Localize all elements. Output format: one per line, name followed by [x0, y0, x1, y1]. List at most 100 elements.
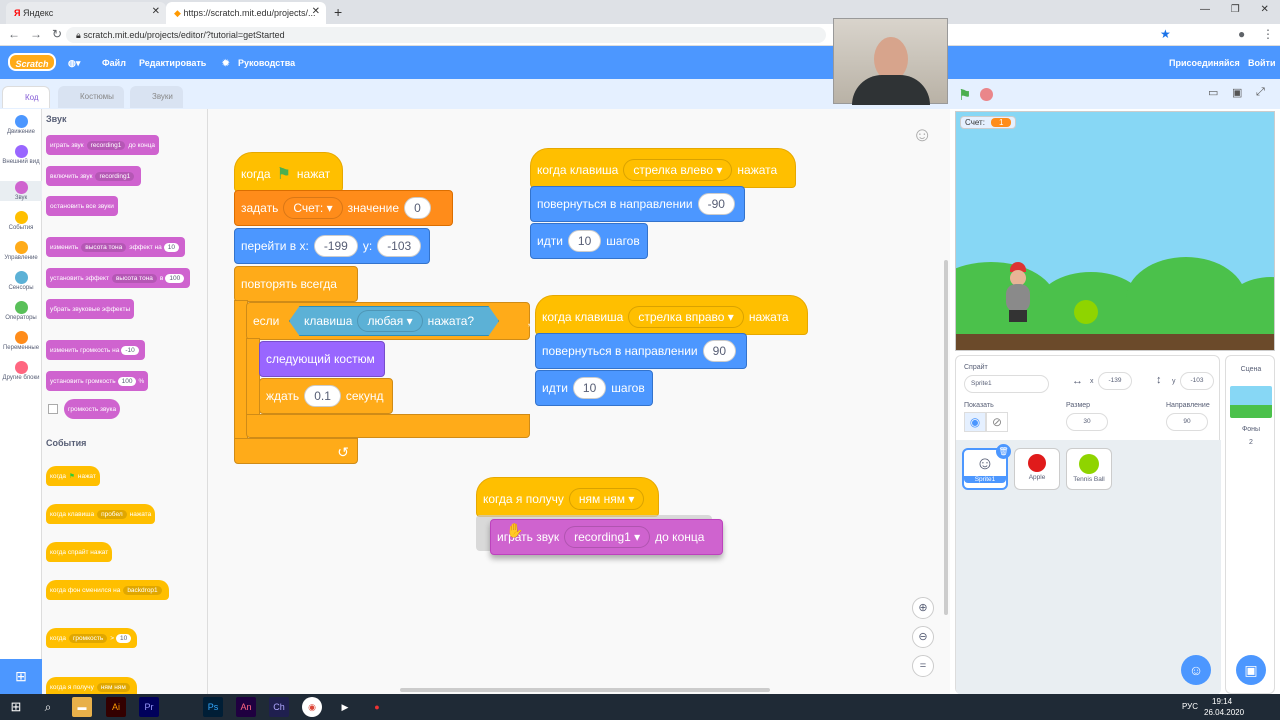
maximize-icon[interactable]: ❐	[1231, 4, 1240, 15]
block-when-flag-clicked[interactable]: когда ⚑ нажат	[234, 152, 343, 192]
block-move-steps[interactable]: идти 10 шагов	[530, 223, 648, 259]
browser-tab-scratch[interactable]: ◆ https://scratch.mit.edu/projects/... ✕	[166, 2, 326, 24]
score-monitor[interactable]: Счет: 1	[960, 116, 1017, 129]
tab-code[interactable]: Код	[2, 86, 50, 108]
palette-block-play-sound[interactable]: играть звук recording1 до конца	[46, 135, 160, 155]
green-flag-icon[interactable]: ⚑	[958, 86, 971, 104]
key-dropdown[interactable]: стрелка влево	[623, 159, 733, 181]
sprite-x-input[interactable]: -139	[1098, 372, 1132, 390]
volume-monitor-checkbox[interactable]	[48, 404, 58, 414]
signin-link[interactable]: Войти	[1248, 58, 1275, 68]
delete-sprite-icon[interactable]: 🗑︎	[996, 444, 1011, 459]
character-sprite[interactable]	[1004, 262, 1032, 332]
tab-sounds[interactable]: Звуки	[130, 86, 183, 108]
palette-block-change-volume[interactable]: изменить громкость на -10	[46, 340, 145, 360]
reload-icon[interactable]: ↻	[52, 27, 62, 41]
search-icon[interactable]: ⌕	[38, 697, 58, 717]
category-motion[interactable]: Движение	[0, 115, 42, 135]
key-dropdown[interactable]: любая	[357, 310, 423, 332]
language-globe-icon[interactable]: ◍▾	[68, 58, 80, 69]
tutorials-menu[interactable]: Руководства	[238, 58, 295, 68]
stage[interactable]: Счет: 1	[955, 111, 1275, 351]
block-when-left-key[interactable]: когда клавишастрелка влевонажата	[530, 148, 796, 188]
direction-input[interactable]: 90	[702, 340, 736, 362]
sprite-y-input[interactable]: -103	[1180, 372, 1214, 390]
illustrator-icon[interactable]: Ai	[106, 697, 126, 717]
workspace-scrollbar-v[interactable]	[944, 260, 948, 615]
block-wait[interactable]: ждать 0.1 секунд	[259, 378, 393, 414]
palette-block-when-receive[interactable]: когда я получу ням ням	[46, 677, 137, 694]
palette-block-start-sound[interactable]: включить звук recording1	[46, 166, 142, 186]
variable-dropdown[interactable]: Счет:	[283, 197, 343, 219]
palette-block-change-effect[interactable]: изменить высота тона эффект на 10	[46, 237, 186, 257]
value-input[interactable]: 0	[404, 197, 431, 219]
premiere-icon[interactable]: Pr	[139, 697, 159, 717]
palette-block-set-effect[interactable]: установить эффект высота тона в 100	[46, 268, 191, 288]
key-dropdown[interactable]: стрелка вправо	[628, 306, 744, 328]
chrome-icon[interactable]: ◉	[302, 697, 322, 717]
block-move-steps[interactable]: идти 10 шагов	[535, 370, 653, 406]
join-link[interactable]: Присоединяйся	[1169, 58, 1240, 68]
block-forever[interactable]: повторять всегда	[234, 266, 358, 302]
palette-block-clear-effects[interactable]: убрать звуковые эффекты	[46, 299, 135, 319]
large-stage-icon[interactable]: ▣	[1232, 86, 1242, 99]
key-pressed-condition[interactable]: клавишалюбаянажата?	[289, 306, 499, 336]
category-events[interactable]: События	[0, 211, 42, 231]
backdrop-thumb[interactable]	[1230, 386, 1272, 418]
bookmark-star-icon[interactable]: ★	[1160, 27, 1171, 41]
category-sensing[interactable]: Сенсоры	[0, 271, 42, 291]
forward-icon[interactable]: →	[30, 27, 42, 41]
sprite-thumb-tennis-ball[interactable]: Tennis Ball	[1066, 448, 1112, 490]
category-variables[interactable]: Переменные	[0, 331, 42, 351]
block-play-sound-dragging[interactable]: играть звукrecording1до конца	[490, 519, 723, 555]
fullscreen-icon[interactable]: ⤢	[1256, 86, 1265, 99]
block-if-then[interactable]: если клавишалюбаянажата? , то	[246, 302, 546, 340]
palette-block-set-volume[interactable]: установить громкость 100%	[46, 371, 149, 391]
wait-input[interactable]: 0.1	[304, 385, 341, 407]
zoom-in-icon[interactable]: ⊕	[912, 597, 934, 619]
palette-block-when-flag[interactable]: когда ⚑ нажат	[46, 466, 100, 486]
show-eye-icon[interactable]: ◉	[964, 412, 986, 432]
language-indicator[interactable]: РУС	[1182, 702, 1198, 711]
windows-start-icon[interactable]: ⊞	[6, 697, 26, 717]
tennis-ball-sprite[interactable]	[1074, 300, 1098, 324]
hide-eye-icon[interactable]: ⊘	[986, 412, 1008, 432]
sound-dropdown[interactable]: recording1	[564, 526, 651, 548]
clock-date[interactable]: 26.04.2020	[1204, 708, 1244, 717]
recorder-icon[interactable]: ●	[367, 697, 387, 717]
direction-input[interactable]: 90	[1166, 413, 1208, 431]
block-next-costume[interactable]: следующий костюм	[259, 341, 385, 377]
size-input[interactable]: 30	[1066, 413, 1108, 431]
block-point-direction[interactable]: повернуться в направлении 90	[535, 333, 747, 369]
palette-block-when-sprite-clicked[interactable]: когда спрайт нажат	[46, 542, 113, 562]
url-bar[interactable]: 🔒︎ scratch.mit.edu/projects/editor/?tuto…	[66, 27, 826, 43]
browser-menu-icon[interactable]: ⋮	[1262, 27, 1274, 41]
workspace-scrollbar-h[interactable]	[400, 688, 770, 692]
character-animator-icon[interactable]: Ch	[269, 697, 289, 717]
block-goto-xy[interactable]: перейти в x: -199 y: -103	[234, 228, 430, 264]
message-dropdown[interactable]: ням ням	[568, 488, 645, 510]
palette-block-when-key[interactable]: когда клавиша пробел нажата	[46, 504, 156, 524]
tab-costumes[interactable]: Костюмы	[58, 86, 124, 108]
zoom-out-icon[interactable]: ⊖	[912, 626, 934, 648]
steps-input[interactable]: 10	[567, 230, 602, 252]
steps-input[interactable]: 10	[572, 377, 607, 399]
add-backdrop-icon[interactable]: ▣	[1236, 655, 1266, 685]
direction-input[interactable]: -90	[697, 193, 735, 215]
clock-time[interactable]: 19:14	[1212, 697, 1232, 706]
photoshop-icon[interactable]: Ps	[203, 697, 223, 717]
add-sprite-icon[interactable]: ☺	[1181, 655, 1211, 685]
close-tab-icon[interactable]: ✕	[152, 6, 160, 17]
category-control[interactable]: Управление	[0, 241, 42, 261]
animate-icon[interactable]: An	[236, 697, 256, 717]
profile-icon[interactable]: ●	[1238, 27, 1245, 41]
close-window-icon[interactable]: ✕	[1261, 4, 1269, 15]
block-point-direction[interactable]: повернуться в направлении -90	[530, 186, 745, 222]
file-menu[interactable]: Файл	[102, 58, 126, 68]
file-explorer-icon[interactable]: ▬	[72, 697, 92, 717]
back-icon[interactable]: ←	[8, 27, 20, 41]
block-when-receive[interactable]: когда я получу ням ням	[476, 477, 659, 517]
palette-block-when-loudness[interactable]: когда громкость >10	[46, 628, 138, 648]
category-operators[interactable]: Операторы	[0, 301, 42, 321]
video-editor-icon[interactable]: ▶	[335, 697, 355, 717]
